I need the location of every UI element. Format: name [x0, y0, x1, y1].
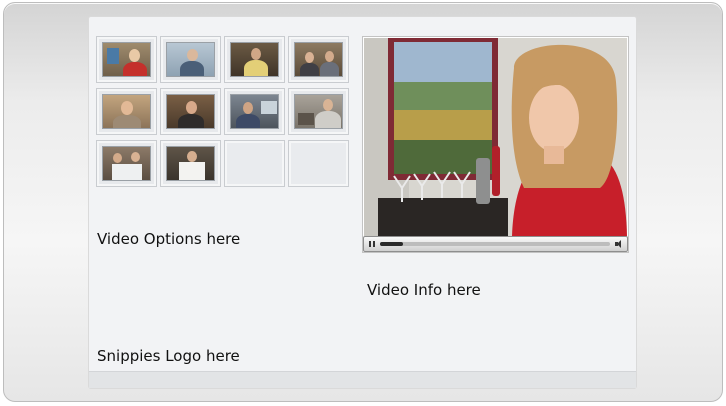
thumbnail-image — [102, 146, 151, 181]
player-controls — [363, 236, 628, 252]
video-info-placeholder: Video Info here — [367, 281, 481, 299]
thumbnail-image — [230, 42, 279, 77]
video-thumbnail[interactable] — [96, 88, 157, 135]
volume-icon[interactable] — [614, 239, 623, 249]
video-thumbnail[interactable] — [96, 140, 157, 187]
video-thumbnail[interactable] — [160, 88, 221, 135]
video-frame-image — [364, 38, 627, 236]
thumbnail-image — [102, 94, 151, 129]
video-thumbnail[interactable] — [160, 36, 221, 83]
video-frame[interactable] — [364, 38, 627, 236]
thumbnail-image — [230, 94, 279, 129]
video-player[interactable] — [362, 36, 629, 253]
seek-bar[interactable] — [380, 242, 610, 246]
video-thumbnail[interactable] — [288, 88, 349, 135]
main-panel: Video Options here Video Info here Snipp… — [88, 16, 637, 389]
video-thumbnail[interactable] — [224, 88, 285, 135]
panel-footer — [89, 371, 636, 388]
thumbnail-image — [294, 94, 343, 129]
thumbnail-image — [166, 94, 215, 129]
pause-icon[interactable] — [368, 239, 376, 249]
empty-thumbnail-slot — [288, 140, 349, 187]
video-thumbnail[interactable] — [160, 140, 221, 187]
thumbnail-image — [102, 42, 151, 77]
seek-progress — [380, 242, 403, 246]
video-thumbnail[interactable] — [288, 36, 349, 83]
thumbnail-image — [166, 42, 215, 77]
thumbnail-image — [166, 146, 215, 181]
video-thumbnail[interactable] — [224, 36, 285, 83]
logo-placeholder: Snippies Logo here — [97, 347, 240, 365]
video-thumbnail[interactable] — [96, 36, 157, 83]
thumbnail-image — [294, 42, 343, 77]
empty-thumbnail-slot — [224, 140, 285, 187]
video-options-placeholder: Video Options here — [97, 230, 241, 248]
thumbnail-grid — [96, 36, 350, 192]
